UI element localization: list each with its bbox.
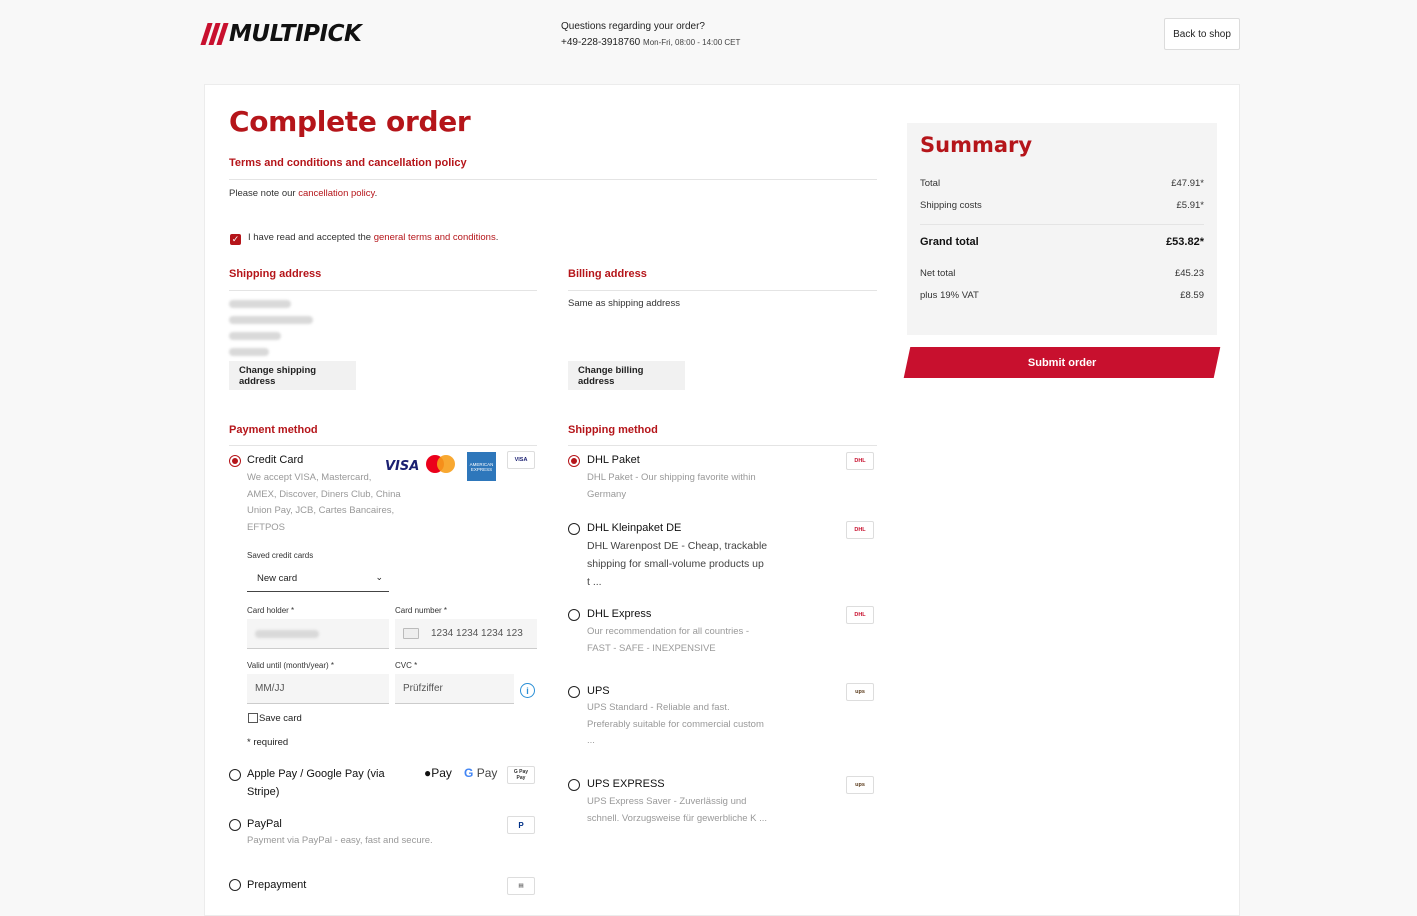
summary-row-shipping: Shipping costs £5.91* [920,200,1204,211]
card-number-input[interactable]: 1234 1234 1234 123 [395,619,537,649]
cancellation-note: Please note our cancellation policy. [229,188,378,199]
credit-card-description: We accept VISA, Mastercard, AMEX, Discov… [247,472,401,533]
cvc-label: CVC * [395,661,418,670]
credit-card-label[interactable]: Credit Card [247,451,303,469]
ups-express-description: UPS Express Saver - Zuverlässig und schn… [587,796,768,824]
shipping-radio-ups[interactable] [568,686,580,698]
summary-title: Summary [920,133,1033,157]
divider [229,179,877,180]
divider [920,224,1204,225]
check-icon: ✓ [231,234,240,244]
card-number-label: Card number * [395,606,448,615]
save-card-label[interactable]: Save card [259,713,302,724]
summary-row-grand-total: Grand total £53.82* [920,236,1204,248]
payment-method-heading: Payment method [229,424,318,436]
shipping-radio-dhl-paket[interactable] [568,455,580,467]
payment-radio-credit-card[interactable] [229,455,241,467]
billing-address-heading: Billing address [568,268,647,280]
multipick-logo[interactable]: MULTIPICK [200,21,390,47]
chevron-down-icon: ⌄ [375,572,383,582]
shipping-address-heading: Shipping address [229,268,322,280]
save-card-checkbox[interactable] [248,713,258,723]
dhl-logo-icon: DHL [846,521,874,539]
shipping-radio-dhl-kleinpaket[interactable] [568,523,580,535]
dhl-paket-label[interactable]: DHL Paket [587,451,640,469]
card-holder-value-blurred [255,629,319,638]
divider [229,445,537,446]
shipping-radio-ups-express[interactable] [568,779,580,791]
dhl-logo-icon: DHL [846,452,874,470]
dhl-kleinpaket-label[interactable]: DHL Kleinpaket DE [587,519,681,537]
change-billing-address-button[interactable]: Change billing address [568,361,685,390]
page-title: Complete order [229,105,471,138]
payment-radio-paypal[interactable] [229,819,241,831]
address-line-blurred [229,300,291,308]
dhl-express-label[interactable]: DHL Express [587,605,651,623]
required-note: * required [247,737,289,748]
ups-express-label[interactable]: UPS EXPRESS [587,775,665,793]
prepayment-label[interactable]: Prepayment [247,876,306,894]
payment-radio-wallet[interactable] [229,769,241,781]
wallet-label[interactable]: Apple Pay / Google Pay (via Stripe) [247,765,385,801]
submit-order-button[interactable]: Submit order [903,347,1221,378]
card-icon [403,628,419,639]
bank-transfer-badge-icon: ▤ [507,877,535,895]
cvc-input[interactable]: Prüfziffer [395,674,514,704]
apple-pay-logo-icon: ●Pay [424,766,452,780]
summary-row-net: Net total £45.23 [920,268,1204,279]
terms-heading: Terms and conditions and cancellation po… [229,157,467,169]
mastercard-logo-icon [424,453,458,477]
accept-terms-label: I have read and accepted the general ter… [248,232,499,243]
summary-row-total: Total £47.91* [920,178,1204,189]
paypal-description: Payment via PayPal - easy, fast and secu… [247,835,433,846]
checkout-card: Complete order Terms and conditions and … [204,84,1240,916]
saved-cards-select[interactable]: New card ⌄ [247,566,389,592]
dhl-express-logo-icon: DHL [846,606,874,624]
address-line-blurred [229,316,313,324]
support-question: Questions regarding your order? [561,21,705,32]
support-info: Questions regarding your order? +49-228-… [561,19,740,51]
google-pay-logo-icon: G Pay [464,766,498,780]
accept-terms-checkbox[interactable]: ✓ [230,234,241,245]
paypal-label[interactable]: PayPal [247,815,282,833]
dhl-kleinpaket-description: DHL Warenpost DE - Cheap, trackable ship… [587,540,768,588]
card-holder-input[interactable] [247,619,389,649]
ups-description: UPS Standard - Reliable and fast. Prefer… [587,702,764,746]
card-holder-label: Card holder * [247,606,295,615]
logo-text: MULTIPICK [229,21,362,47]
visa-badge-icon: VISA [507,451,535,469]
support-hours: Mon-Fri, 08:00 - 14:00 CET [643,38,741,47]
divider [229,290,537,291]
info-icon[interactable]: i [520,683,535,698]
summary-row-vat: plus 19% VAT £8.59 [920,290,1204,301]
shipping-radio-dhl-express[interactable] [568,609,580,621]
general-terms-link[interactable]: general terms and conditions [374,232,496,243]
divider [568,290,877,291]
wallet-badge-icon: G Pay Pay [507,766,535,784]
ups-logo-icon: ups [846,776,874,794]
back-to-shop-button[interactable]: Back to shop [1164,18,1240,50]
payment-radio-prepayment[interactable] [229,879,241,891]
ups-logo-icon: ups [846,683,874,701]
shipping-method-heading: Shipping method [568,424,658,436]
cancellation-policy-link[interactable]: cancellation policy [298,188,374,199]
amex-logo-icon: AMERICAN EXPRESS [467,452,496,481]
valid-until-input[interactable]: MM/JJ [247,674,389,704]
dhl-express-description: Our recommendation for all countries - F… [587,626,750,654]
billing-same-text: Same as shipping address [568,298,680,309]
address-line-blurred [229,332,281,340]
valid-until-label: Valid until (month/year) * [247,661,334,670]
support-phone[interactable]: +49-228-3918760 [561,37,640,48]
logo-stripes-icon [200,23,229,45]
dhl-paket-description: DHL Paket - Our shipping favorite within… [587,472,756,500]
order-summary: Summary Total £47.91* Shipping costs £5.91… [907,123,1217,335]
saved-cards-label: Saved credit cards [247,551,314,560]
ups-label[interactable]: UPS [587,682,610,700]
divider [568,445,877,446]
address-line-blurred [229,348,269,356]
paypal-badge-icon: P [507,816,535,834]
change-shipping-address-button[interactable]: Change shipping address [229,361,356,390]
